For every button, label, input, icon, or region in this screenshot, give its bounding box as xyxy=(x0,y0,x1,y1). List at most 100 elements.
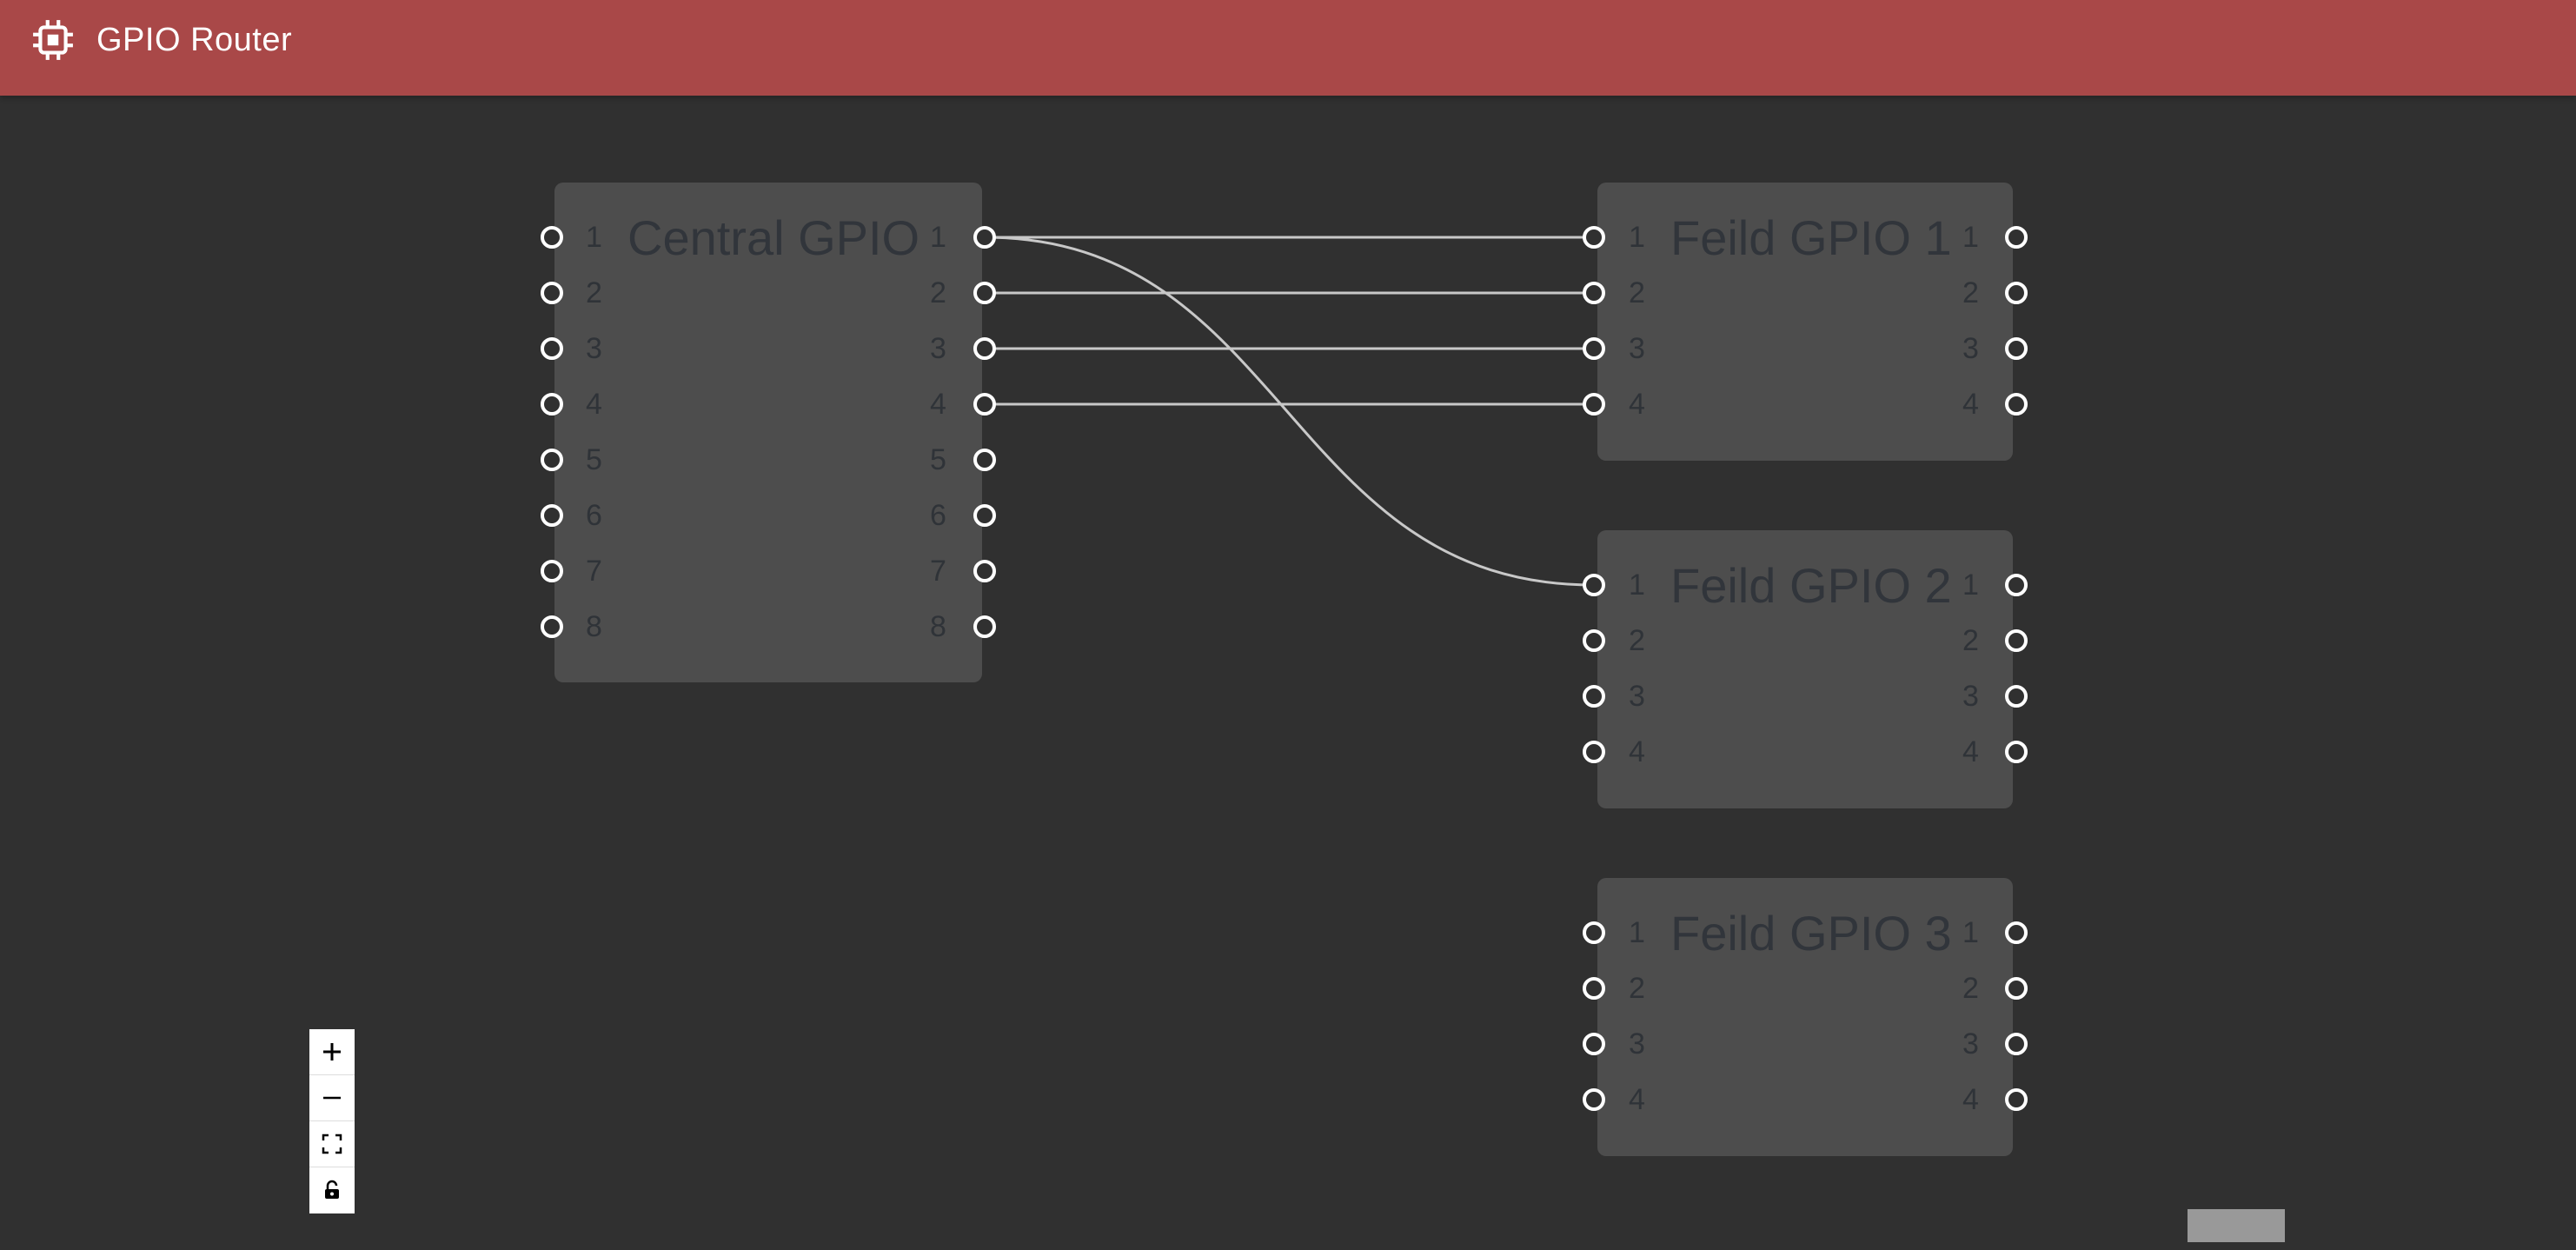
input-label: 1 xyxy=(586,221,602,254)
input-port[interactable] xyxy=(1583,629,1605,652)
input-port[interactable] xyxy=(541,449,563,471)
input-label: 3 xyxy=(1629,680,1645,713)
output-label: 4 xyxy=(1962,735,1979,768)
input-label: 6 xyxy=(586,499,602,532)
input-port[interactable] xyxy=(541,226,563,249)
zoom-in-button[interactable] xyxy=(309,1029,355,1075)
input-label: 1 xyxy=(1629,916,1645,949)
output-port[interactable] xyxy=(973,226,996,249)
flow-canvas[interactable] xyxy=(0,96,2576,1250)
input-port[interactable] xyxy=(1583,1033,1605,1055)
input-label: 4 xyxy=(1629,735,1645,768)
input-label: 8 xyxy=(586,610,602,643)
output-label: 3 xyxy=(1962,332,1979,365)
input-port[interactable] xyxy=(541,337,563,360)
output-port[interactable] xyxy=(2005,977,2028,1000)
input-port[interactable] xyxy=(541,615,563,638)
output-port[interactable] xyxy=(2005,337,2028,360)
output-label: 3 xyxy=(1962,1027,1979,1061)
output-label: 1 xyxy=(1962,221,1979,254)
input-label: 5 xyxy=(586,443,602,476)
output-label: 4 xyxy=(1962,1083,1979,1116)
output-port[interactable] xyxy=(2005,393,2028,416)
output-port[interactable] xyxy=(973,393,996,416)
input-port[interactable] xyxy=(1583,685,1605,708)
output-port[interactable] xyxy=(973,560,996,582)
input-label: 1 xyxy=(1629,221,1645,254)
output-port[interactable] xyxy=(973,449,996,471)
fit-view-button[interactable] xyxy=(309,1121,355,1167)
minimap[interactable] xyxy=(2188,1209,2285,1242)
output-label: 7 xyxy=(930,555,946,588)
output-port[interactable] xyxy=(2005,921,2028,944)
input-port[interactable] xyxy=(541,560,563,582)
input-port[interactable] xyxy=(1583,393,1605,416)
output-port[interactable] xyxy=(2005,1033,2028,1055)
input-label: 2 xyxy=(1629,972,1645,1005)
output-port[interactable] xyxy=(2005,574,2028,596)
unlock-icon xyxy=(325,1180,339,1199)
input-label: 7 xyxy=(586,555,602,588)
minus-icon xyxy=(323,1096,341,1100)
node-field-gpio-3[interactable]: Feild GPIO 3 1 2 3 4 1 2 3 4 xyxy=(1597,878,2013,1156)
output-port[interactable] xyxy=(2005,1088,2028,1111)
output-port[interactable] xyxy=(973,337,996,360)
app-title: GPIO Router xyxy=(96,22,293,58)
node-title: Feild GPIO 2 xyxy=(1670,558,1952,613)
input-port[interactable] xyxy=(1583,226,1605,249)
node-title: Feild GPIO 3 xyxy=(1670,906,1952,961)
output-label: 3 xyxy=(930,332,946,365)
input-label: 4 xyxy=(586,388,602,421)
output-port[interactable] xyxy=(973,504,996,527)
output-label: 2 xyxy=(930,276,946,309)
output-label: 4 xyxy=(1962,388,1979,421)
input-label: 3 xyxy=(1629,1027,1645,1061)
input-port[interactable] xyxy=(1583,574,1605,596)
input-port[interactable] xyxy=(1583,282,1605,304)
node-title: Feild GPIO 1 xyxy=(1670,210,1952,265)
input-label: 3 xyxy=(586,332,602,365)
output-port[interactable] xyxy=(973,615,996,638)
output-label: 2 xyxy=(1962,624,1979,657)
input-port[interactable] xyxy=(541,282,563,304)
input-port[interactable] xyxy=(541,393,563,416)
output-label: 8 xyxy=(930,610,946,643)
output-port[interactable] xyxy=(973,282,996,304)
output-label: 1 xyxy=(1962,916,1979,949)
output-port[interactable] xyxy=(2005,741,2028,763)
node-field-gpio-1[interactable]: Feild GPIO 1 1 2 3 4 1 2 3 4 xyxy=(1597,183,2013,461)
node-field-gpio-2[interactable]: Feild GPIO 2 1 2 3 4 1 2 3 4 xyxy=(1597,530,2013,808)
fit-view-icon xyxy=(322,1134,342,1154)
output-label: 2 xyxy=(1962,276,1979,309)
input-port[interactable] xyxy=(541,504,563,527)
output-label: 2 xyxy=(1962,972,1979,1005)
zoom-controls xyxy=(309,1029,355,1213)
input-port[interactable] xyxy=(1583,741,1605,763)
input-label: 2 xyxy=(586,276,602,309)
output-port[interactable] xyxy=(2005,685,2028,708)
output-label: 1 xyxy=(930,221,946,254)
output-label: 5 xyxy=(930,443,946,476)
input-port[interactable] xyxy=(1583,1088,1605,1111)
output-label: 1 xyxy=(1962,568,1979,602)
app-bar: GPIO Router xyxy=(0,0,2576,96)
output-label: 4 xyxy=(930,388,946,421)
lock-button[interactable] xyxy=(309,1167,355,1213)
output-port[interactable] xyxy=(2005,282,2028,304)
input-label: 2 xyxy=(1629,624,1645,657)
input-port[interactable] xyxy=(1583,977,1605,1000)
output-port[interactable] xyxy=(2005,629,2028,652)
input-port[interactable] xyxy=(1583,921,1605,944)
input-port[interactable] xyxy=(1583,337,1605,360)
input-label: 4 xyxy=(1629,388,1645,421)
output-label: 6 xyxy=(930,499,946,532)
node-title: Central GPIO xyxy=(627,210,920,265)
output-label: 3 xyxy=(1962,680,1979,713)
node-central-gpio[interactable]: Central GPIO 1 2 3 4 5 6 7 8 1 2 3 4 5 6… xyxy=(554,183,982,682)
output-port[interactable] xyxy=(2005,226,2028,249)
chip-icon xyxy=(33,20,73,60)
input-label: 1 xyxy=(1629,568,1645,602)
input-label: 4 xyxy=(1629,1083,1645,1116)
zoom-out-button[interactable] xyxy=(309,1075,355,1121)
input-label: 3 xyxy=(1629,332,1645,365)
